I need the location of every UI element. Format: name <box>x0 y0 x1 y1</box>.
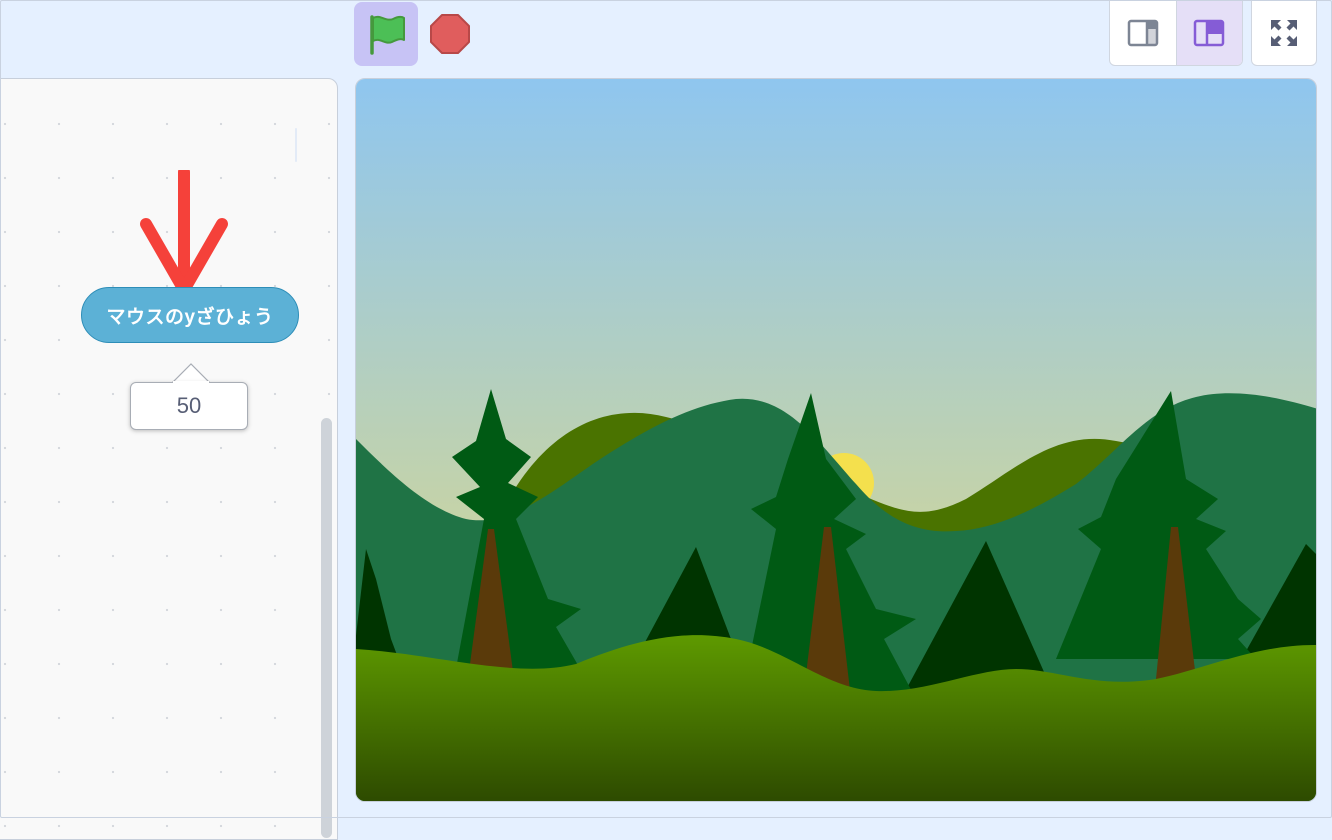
reporter-value: 50 <box>176 393 202 418</box>
reporter-value-bubble: 50 <box>130 382 248 430</box>
reporter-block-label: マウスのyざひょう <box>106 306 274 328</box>
large-stage-button[interactable] <box>1175 1 1242 65</box>
arrow-down-icon <box>140 170 228 296</box>
forest-backdrop <box>356 79 1316 801</box>
small-stage-button[interactable] <box>1110 1 1176 65</box>
small-stage-icon <box>1127 19 1158 47</box>
fullscreen-icon <box>1271 20 1297 46</box>
green-flag-icon <box>370 15 405 55</box>
stop-sign-icon <box>430 14 470 54</box>
large-stage-icon <box>1194 19 1225 47</box>
stage[interactable] <box>355 78 1317 802</box>
stage-layout-toggle <box>1109 0 1243 66</box>
mouse-y-reporter-block[interactable]: マウスのyざひょう <box>81 287 299 343</box>
bubble-tail-joint <box>173 381 209 384</box>
workspace-marker <box>295 128 297 162</box>
fullscreen-button[interactable] <box>1251 0 1317 66</box>
workspace-scrollbar[interactable] <box>321 418 332 838</box>
green-flag-button[interactable] <box>354 2 418 66</box>
stop-button[interactable] <box>428 12 472 56</box>
